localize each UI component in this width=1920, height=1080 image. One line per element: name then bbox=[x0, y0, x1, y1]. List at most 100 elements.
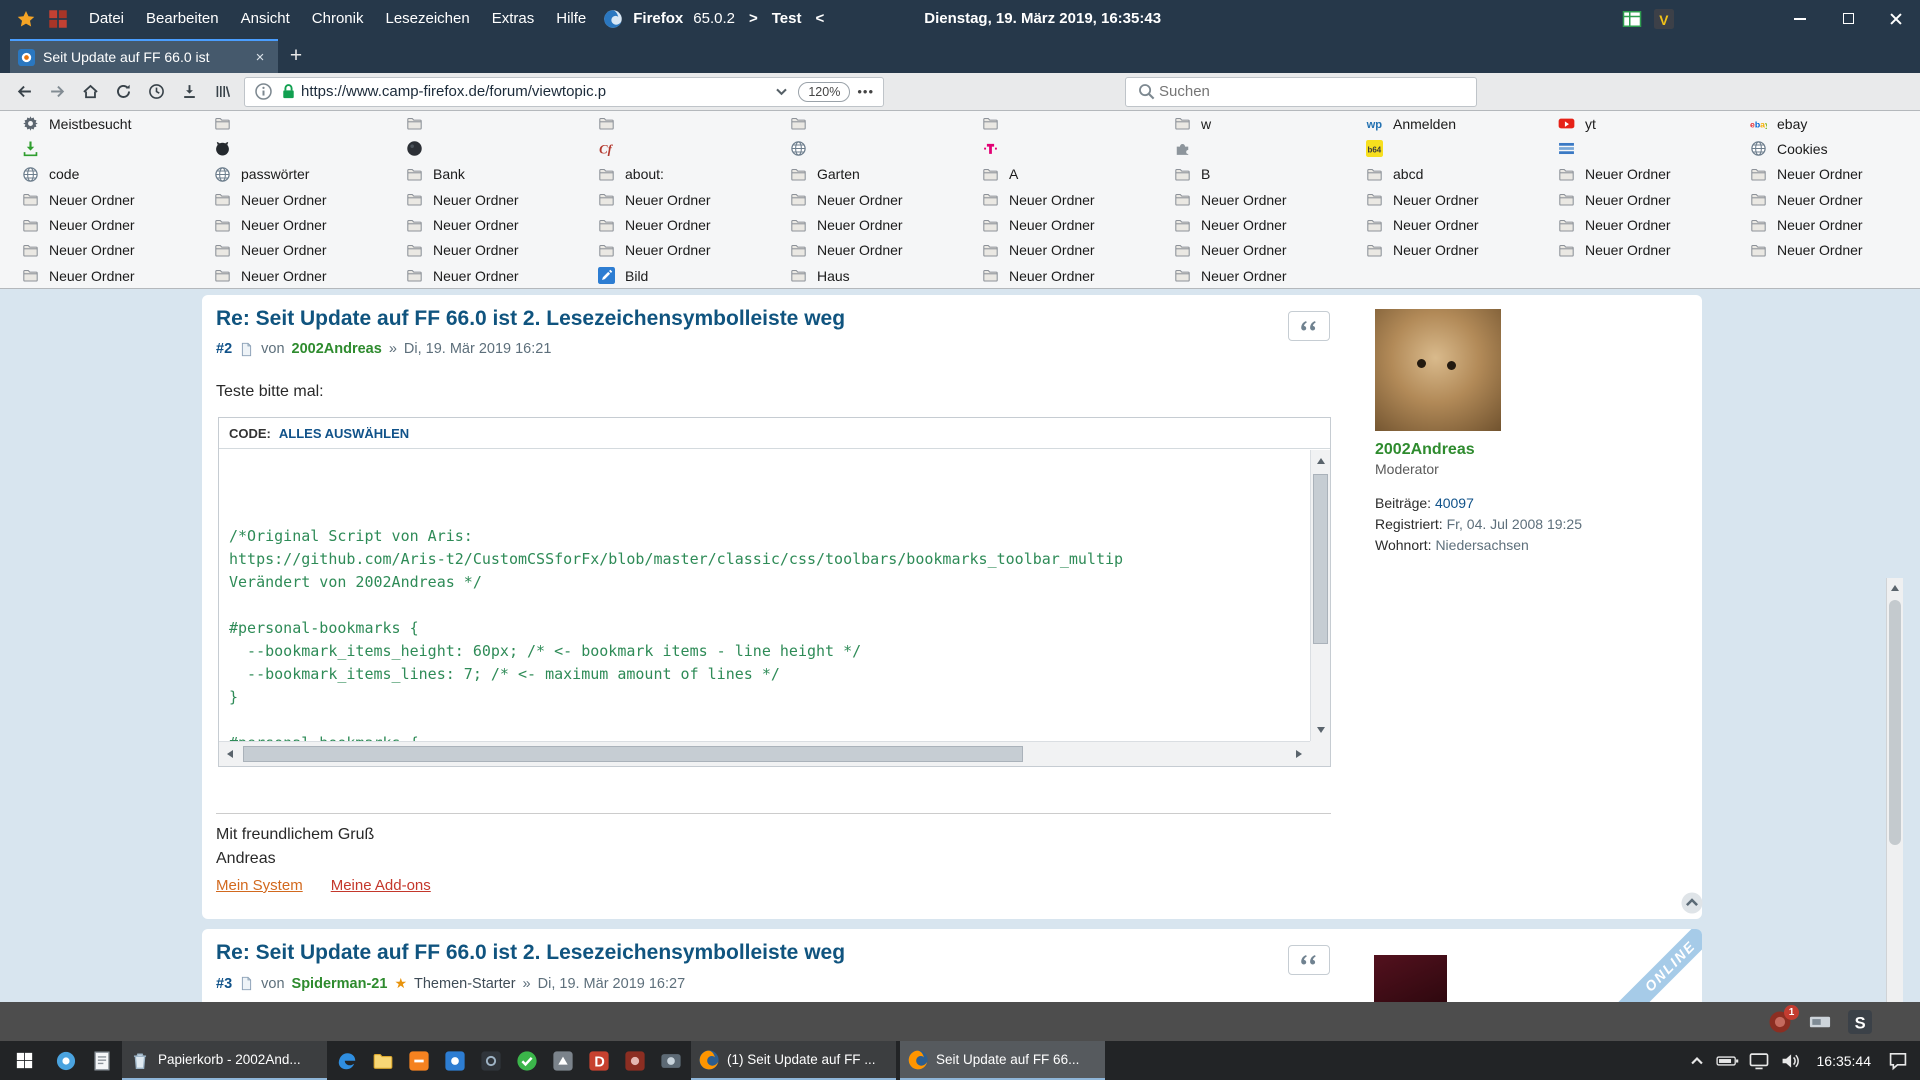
extension-icon[interactable] bbox=[1021, 77, 1054, 107]
toolbar-icon[interactable] bbox=[1515, 77, 1548, 107]
bookmark-item[interactable]: Neuer Ordner bbox=[1728, 187, 1920, 212]
toolbar-icon[interactable] bbox=[1713, 77, 1746, 107]
bookmark-item[interactable]: abcd bbox=[1344, 162, 1536, 187]
bookmark-item[interactable]: Neuer Ordner bbox=[1728, 162, 1920, 187]
search-bar[interactable] bbox=[1125, 77, 1477, 107]
start-button[interactable] bbox=[0, 1041, 48, 1080]
taskbar-item[interactable] bbox=[545, 1041, 581, 1080]
taskbar-item[interactable] bbox=[653, 1041, 689, 1080]
library-button[interactable] bbox=[206, 77, 239, 107]
bookmark-item[interactable]: Neuer Ordner bbox=[192, 238, 384, 263]
menu-item[interactable]: Ansicht bbox=[230, 0, 301, 37]
bookmark-item[interactable]: Neuer Ordner bbox=[576, 238, 768, 263]
code-horizontal-scrollbar[interactable] bbox=[219, 741, 1310, 766]
author-link[interactable]: 2002Andreas bbox=[292, 341, 382, 357]
page-scrollbar[interactable] bbox=[1886, 578, 1903, 1002]
post-doc-icon[interactable] bbox=[239, 976, 254, 991]
code-vertical-scrollbar[interactable] bbox=[1310, 450, 1330, 741]
mein-system-link[interactable]: Mein System bbox=[216, 874, 303, 898]
bookmark-item[interactable]: code bbox=[0, 162, 192, 187]
bookmark-item[interactable]: ebay ebay bbox=[1728, 111, 1920, 136]
battery-icon[interactable] bbox=[1716, 1050, 1740, 1072]
taskbar-item[interactable] bbox=[48, 1041, 84, 1080]
bookmark-item[interactable]: Neuer Ordner bbox=[768, 213, 960, 238]
taskbar-item[interactable]: (1) Seit Update auf FF ... bbox=[691, 1041, 896, 1080]
bookmark-item[interactable]: Neuer Ordner bbox=[0, 187, 192, 212]
bookmark-item[interactable]: Neuer Ordner bbox=[1536, 238, 1728, 263]
extension-icon[interactable] bbox=[1087, 77, 1120, 107]
menu-item[interactable]: Bearbeiten bbox=[135, 0, 230, 37]
bookmark-star-icon[interactable] bbox=[16, 9, 36, 29]
bookmark-item[interactable] bbox=[384, 136, 576, 161]
bookmark-item[interactable] bbox=[576, 111, 768, 136]
bookmark-item[interactable]: Meistbesucht bbox=[0, 111, 192, 136]
bookmark-item[interactable]: Bank bbox=[384, 162, 576, 187]
bookmark-item[interactable]: about: bbox=[576, 162, 768, 187]
bookmark-item[interactable]: Neuer Ordner bbox=[1152, 263, 1344, 288]
taskbar-item[interactable]: Papierkorb - 2002And... bbox=[122, 1041, 327, 1080]
extension-icon[interactable] bbox=[889, 77, 922, 107]
downloads-button[interactable] bbox=[173, 77, 206, 107]
author-link[interactable]: Spiderman-21 bbox=[292, 976, 388, 992]
bookmark-item[interactable]: Neuer Ordner bbox=[1728, 238, 1920, 263]
menu-item[interactable]: Datei bbox=[78, 0, 135, 37]
extension-icon[interactable] bbox=[988, 77, 1021, 107]
post-title-link[interactable]: Re: Seit Update auf FF 66.0 ist 2. Lesez… bbox=[202, 929, 1702, 965]
history-button[interactable] bbox=[140, 77, 173, 107]
bookmark-item[interactable] bbox=[192, 136, 384, 161]
bookmark-item[interactable]: Neuer Ordner bbox=[1536, 213, 1728, 238]
toolbar-icon[interactable] bbox=[1548, 77, 1581, 107]
secure-lock-icon[interactable] bbox=[279, 82, 298, 101]
bookmark-item[interactable] bbox=[1536, 136, 1728, 161]
toolbar-icon[interactable] bbox=[1647, 77, 1680, 107]
scrollbar-thumb[interactable] bbox=[1313, 474, 1328, 644]
taskbar-item[interactable] bbox=[365, 1041, 401, 1080]
taskbar-item[interactable] bbox=[437, 1041, 473, 1080]
bookmark-item[interactable]: Neuer Ordner bbox=[576, 187, 768, 212]
bookmark-item[interactable]: Neuer Ordner bbox=[1152, 213, 1344, 238]
quote-button[interactable] bbox=[1288, 945, 1330, 975]
bookmark-item[interactable]: Neuer Ordner bbox=[1344, 187, 1536, 212]
toolbar-icon[interactable] bbox=[1779, 77, 1812, 107]
scrollbar-thumb[interactable] bbox=[243, 746, 1023, 762]
taskbar-item[interactable] bbox=[401, 1041, 437, 1080]
bookmark-item[interactable]: Neuer Ordner bbox=[960, 213, 1152, 238]
bookmark-item[interactable]: b64 bbox=[1344, 136, 1536, 161]
bookmark-item[interactable]: Neuer Ordner bbox=[1536, 187, 1728, 212]
bookmark-item[interactable]: Neuer Ordner bbox=[1344, 213, 1536, 238]
taskbar-item[interactable] bbox=[617, 1041, 653, 1080]
bookmark-item[interactable]: Neuer Ordner bbox=[0, 238, 192, 263]
bookmark-item[interactable]: Neuer Ordner bbox=[1152, 187, 1344, 212]
toolbar-icon[interactable] bbox=[1680, 77, 1713, 107]
bookmark-item[interactable] bbox=[960, 111, 1152, 136]
quote-button[interactable] bbox=[1288, 311, 1330, 341]
bookmark-item[interactable]: Neuer Ordner bbox=[192, 187, 384, 212]
bookmark-item[interactable]: wp Anmelden bbox=[1344, 111, 1536, 136]
menu-item[interactable]: Chronik bbox=[301, 0, 375, 37]
select-all-link[interactable]: ALLES AUSWÄHLEN bbox=[279, 426, 409, 441]
new-tab-button[interactable]: + bbox=[278, 39, 314, 73]
tray-item[interactable]: S bbox=[1848, 1010, 1872, 1034]
bookmark-item[interactable]: Haus bbox=[768, 263, 960, 288]
home-button[interactable] bbox=[74, 77, 107, 107]
bookmark-item[interactable]: Neuer Ordner bbox=[960, 187, 1152, 212]
extension-icon[interactable] bbox=[922, 77, 955, 107]
bookmark-item[interactable]: Neuer Ordner bbox=[0, 263, 192, 288]
app-grid-icon[interactable] bbox=[48, 9, 68, 29]
taskbar-item[interactable] bbox=[473, 1041, 509, 1080]
v-extension-icon[interactable]: V bbox=[1654, 9, 1674, 29]
toolbar-icon[interactable] bbox=[1482, 77, 1515, 107]
close-window-button[interactable] bbox=[1872, 0, 1920, 37]
back-button[interactable] bbox=[8, 77, 41, 107]
bookmark-item[interactable] bbox=[1152, 136, 1344, 161]
tray-item[interactable]: 1 bbox=[1768, 1010, 1792, 1034]
bookmark-item[interactable]: w bbox=[1152, 111, 1344, 136]
minimize-button[interactable] bbox=[1776, 0, 1824, 37]
post-number-link[interactable]: #3 bbox=[216, 976, 232, 992]
network-icon[interactable] bbox=[1747, 1050, 1771, 1072]
toolbar-icon[interactable] bbox=[1581, 77, 1614, 107]
bookmark-item[interactable]: Neuer Ordner bbox=[576, 213, 768, 238]
taskbar-item[interactable] bbox=[329, 1041, 365, 1080]
menu-item[interactable]: Lesezeichen bbox=[374, 0, 480, 37]
bookmark-item[interactable]: Neuer Ordner bbox=[1536, 162, 1728, 187]
